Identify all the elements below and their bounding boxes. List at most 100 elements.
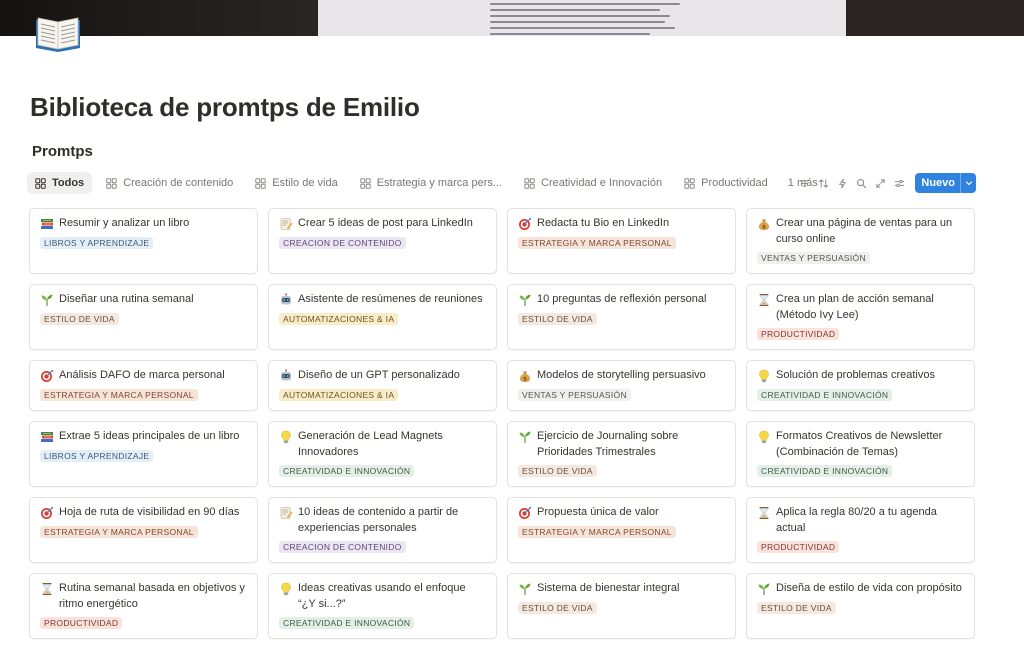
tab-3[interactable]: Estrategia y marca pers...	[352, 172, 510, 194]
svg-text:$: $	[762, 225, 766, 231]
category-tag: ESTILO DE VIDA	[518, 465, 597, 477]
tab-label: Productividad	[701, 177, 768, 189]
chevron-down-icon[interactable]	[960, 173, 976, 193]
search-icon[interactable]	[852, 173, 871, 193]
category-tag: VENTAS Y PERSUASIÓN	[757, 252, 870, 264]
card-header: Redacta tu Bio en LinkedIn	[518, 216, 725, 232]
category-tag: AUTOMATIZACIONES & IA	[279, 388, 399, 401]
category-tag: AUTOMATIZACIONES & IA	[279, 312, 399, 325]
card-title: Formatos Creativos de Newsletter (Combin…	[776, 430, 943, 458]
card-title: 10 preguntas de reflexión personal	[537, 293, 707, 305]
card-header: Propuesta única de valor	[518, 505, 725, 521]
gallery-card[interactable]: Análisis DAFO de marca personal ESTRATEGI…	[29, 360, 258, 411]
expand-icon[interactable]	[871, 173, 890, 193]
card-header: Aplica la regla 80/20 a tu agenda actual	[757, 505, 964, 536]
gallery-card[interactable]: Ejercicio de Journaling sobre Prioridade…	[507, 421, 736, 487]
view-tabs: Todos Creación de contenido Estilo de vida…	[27, 172, 830, 194]
category-tag: VENTAS Y PERSUASIÓN	[518, 388, 631, 401]
open-book-icon[interactable]	[32, 12, 84, 56]
lightbulb-icon	[279, 582, 293, 596]
books-icon	[40, 430, 54, 444]
seedling-icon	[518, 582, 532, 596]
filter-icon[interactable]	[795, 173, 814, 193]
settings-icon[interactable]	[890, 173, 909, 193]
gallery-card[interactable]: Crea un plan de acción semanal (Método I…	[746, 284, 975, 350]
tab-1[interactable]: Creación de contenido	[98, 172, 241, 194]
tab-2[interactable]: Estilo de vida	[247, 172, 345, 194]
card-header: Solución de problemas creativos	[757, 368, 964, 384]
lightning-icon[interactable]	[833, 173, 852, 193]
gallery-card[interactable]: Propuesta única de valor ESTRATEGIA Y MAR…	[507, 497, 736, 563]
card-header: Generación de Lead Magnets Innovadores	[279, 429, 486, 460]
gallery-card[interactable]: Crear 5 ideas de post para LinkedIn CREAC…	[268, 208, 497, 274]
card-title: Generación de Lead Magnets Innovadores	[298, 430, 443, 458]
gallery-card[interactable]: Aplica la regla 80/20 a tu agenda actual…	[746, 497, 975, 563]
gallery-card[interactable]: Asistente de resúmenes de reuniones AUTOM…	[268, 284, 497, 350]
card-title: Modelos de storytelling persuasivo	[537, 369, 706, 381]
gallery-view-icon	[684, 177, 695, 189]
tab-label: Creatividad e Innovación	[541, 177, 663, 189]
gallery-card[interactable]: Diseño de un GPT personalizado AUTOMATIZA…	[268, 360, 497, 411]
card-header: Ejercicio de Journaling sobre Prioridade…	[518, 429, 725, 460]
card-title: Rutina semanal basada en objetivos y rit…	[59, 582, 245, 610]
card-header: Formatos Creativos de Newsletter (Combin…	[757, 429, 964, 460]
card-title: Crear 5 ideas de post para LinkedIn	[298, 217, 473, 229]
gallery-card[interactable]: Resumir y analizar un libro LIBROS Y APRE…	[29, 208, 258, 274]
category-tag: PRODUCTIVIDAD	[757, 328, 840, 340]
gallery-card[interactable]: $ Modelos de storytelling persuasivo VENTA…	[507, 360, 736, 411]
card-header: Diseña de estilo de vida con propósito	[757, 581, 964, 597]
gallery-card[interactable]: Formatos Creativos de Newsletter (Combin…	[746, 421, 975, 487]
card-title: Extrae 5 ideas principales de un libro	[59, 430, 240, 442]
new-button-label[interactable]: Nuevo	[915, 173, 960, 193]
hourglass-icon	[757, 506, 771, 520]
tab-label: Creación de contenido	[123, 177, 234, 189]
card-header: 10 preguntas de reflexión personal	[518, 292, 725, 308]
category-tag: ESTRATEGIA Y MARCA PERSONAL	[40, 388, 198, 401]
gallery-card[interactable]: Sistema de bienestar integral ESTILO DE V…	[507, 573, 736, 639]
card-title: Redacta tu Bio en LinkedIn	[537, 217, 670, 229]
tab-0[interactable]: Todos	[27, 172, 93, 194]
card-title: Propuesta única de valor	[537, 506, 659, 518]
card-header: Extrae 5 ideas principales de un libro	[40, 429, 247, 445]
card-title: Hoja de ruta de visibilidad en 90 días	[59, 506, 240, 518]
seedling-icon	[40, 293, 54, 307]
database-title[interactable]: Promtps	[32, 143, 93, 160]
card-header: Resumir y analizar un libro	[40, 216, 247, 232]
card-title: Diseña de estilo de vida con propósito	[776, 582, 962, 594]
card-title: Análisis DAFO de marca personal	[59, 369, 225, 381]
money-bag-icon: $	[518, 369, 532, 383]
category-tag: ESTRATEGIA Y MARCA PERSONAL	[518, 525, 676, 538]
gallery-card[interactable]: Solución de problemas creativos CREATIVID…	[746, 360, 975, 411]
category-tag: CREATIVIDAD E INNOVACIÓN	[757, 465, 893, 477]
card-header: $ Modelos de storytelling persuasivo	[518, 368, 725, 384]
gallery-card[interactable]: Diseña de estilo de vida con propósito ES…	[746, 573, 975, 639]
gallery-card[interactable]: Diseñar una rutina semanal ESTILO DE VIDA	[29, 284, 258, 350]
gallery-card[interactable]: 10 ideas de contenido a partir de experi…	[268, 497, 497, 563]
gallery-card[interactable]: Hoja de ruta de visibilidad en 90 días ES…	[29, 497, 258, 563]
tab-5[interactable]: Productividad	[676, 172, 776, 194]
gallery-card[interactable]: $ Crear una página de ventas para un curs…	[746, 208, 975, 274]
category-tag: CREATIVIDAD E INNOVACIÓN	[279, 465, 415, 477]
gallery-card[interactable]: Extrae 5 ideas principales de un libro LI…	[29, 421, 258, 487]
gallery-card[interactable]: 10 preguntas de reflexión personal ESTILO…	[507, 284, 736, 350]
card-title: Diseño de un GPT personalizado	[298, 369, 460, 381]
tab-4[interactable]: Creatividad e Innovación	[516, 172, 670, 194]
money-bag-icon: $	[757, 217, 771, 231]
gallery-card[interactable]: Rutina semanal basada en objetivos y rit…	[29, 573, 258, 639]
card-header: Rutina semanal basada en objetivos y rit…	[40, 581, 247, 612]
category-tag: CREATIVIDAD E INNOVACIÓN	[757, 388, 893, 401]
sort-icon[interactable]	[814, 173, 833, 193]
target-icon	[518, 506, 532, 520]
gallery-view-icon	[106, 177, 117, 189]
card-header: Hoja de ruta de visibilidad en 90 días	[40, 505, 247, 521]
card-title: Diseñar una rutina semanal	[59, 293, 194, 305]
gallery-card[interactable]: Redacta tu Bio en LinkedIn ESTRATEGIA Y M…	[507, 208, 736, 274]
svg-text:$: $	[523, 377, 527, 383]
new-button[interactable]: Nuevo	[915, 173, 976, 193]
target-icon	[40, 369, 54, 383]
category-tag: LIBROS Y APRENDIZAJE	[40, 449, 154, 462]
database-toolbar: Nuevo	[795, 173, 976, 193]
page-title[interactable]: Biblioteca de promtps de Emilio	[30, 92, 420, 123]
gallery-card[interactable]: Generación de Lead Magnets Innovadores CR…	[268, 421, 497, 487]
gallery-card[interactable]: Ideas creativas usando el enfoque “¿Y si…	[268, 573, 497, 639]
